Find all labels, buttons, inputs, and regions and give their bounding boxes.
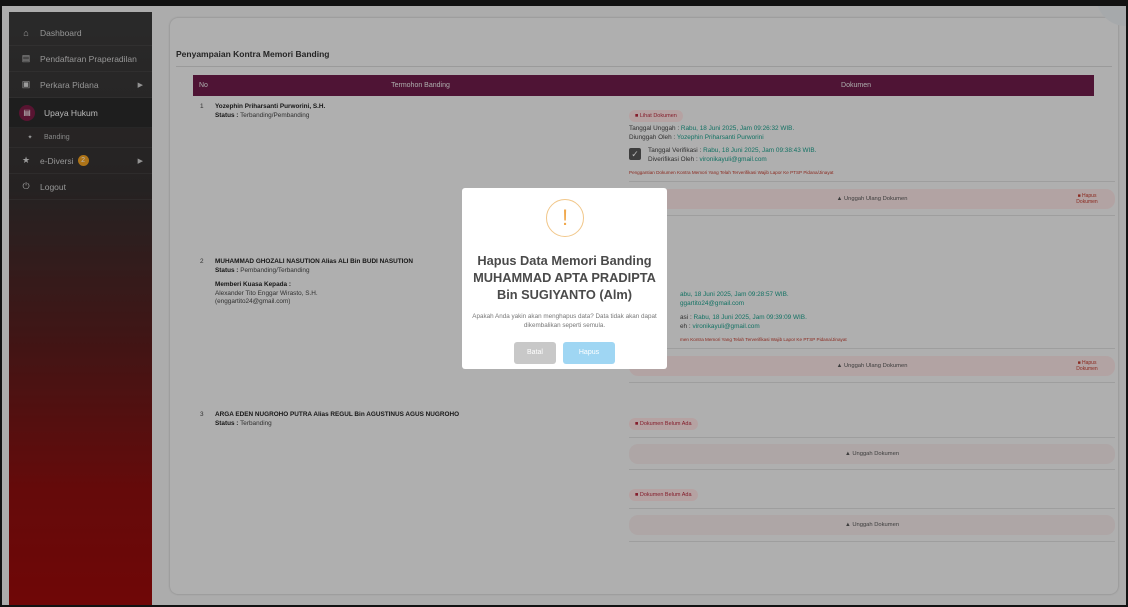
warning-icon: ! [546,199,584,237]
confirm-delete-button[interactable]: Hapus [563,342,615,364]
dialog-title: Hapus Data Memori Banding MUHAMMAD APTA … [473,253,656,302]
cancel-button[interactable]: Batal [514,342,556,364]
dialog-message: Apakah Anda yakin akan menghapus data? D… [472,313,657,329]
confirm-delete-dialog: ! Hapus Data Memori Banding MUHAMMAD APT… [462,188,667,369]
